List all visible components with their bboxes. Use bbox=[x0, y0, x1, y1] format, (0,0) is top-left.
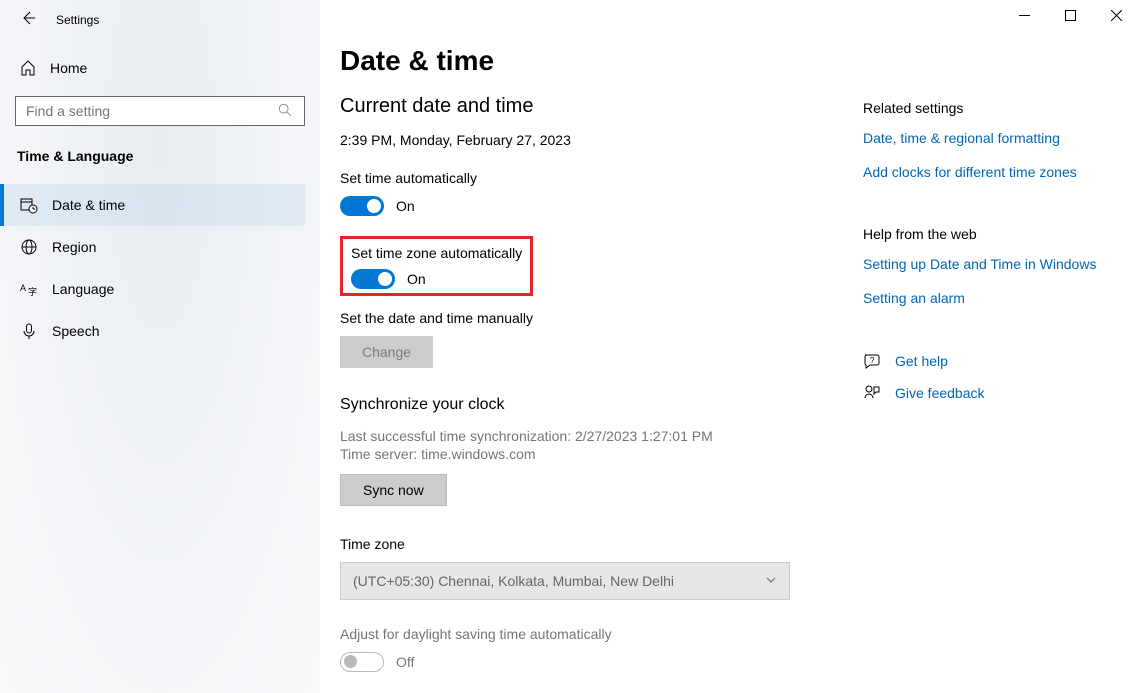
page-title: Date & time bbox=[340, 45, 840, 77]
svg-text:?: ? bbox=[870, 356, 875, 365]
sync-last-info: Last successful time synchronization: 2/… bbox=[340, 428, 840, 444]
sidebar-item-language[interactable]: A字 Language bbox=[0, 268, 305, 310]
set-tz-auto-state: On bbox=[407, 271, 426, 287]
chevron-down-icon bbox=[765, 573, 777, 589]
sidebar-item-label: Language bbox=[52, 281, 114, 297]
sync-now-button[interactable]: Sync now bbox=[340, 474, 447, 506]
dst-label: Adjust for daylight saving time automati… bbox=[340, 626, 840, 642]
search-icon bbox=[278, 103, 294, 119]
maximize-button[interactable] bbox=[1047, 0, 1093, 30]
set-time-auto-state: On bbox=[396, 198, 415, 214]
sync-heading: Synchronize your clock bbox=[340, 396, 840, 414]
sidebar: Home Time & Language Date & time Region … bbox=[0, 50, 320, 352]
calendar-clock-icon bbox=[20, 196, 38, 214]
timezone-label: Time zone bbox=[340, 536, 840, 552]
set-time-auto-toggle[interactable] bbox=[340, 196, 384, 216]
right-column: Related settings Date, time & regional f… bbox=[863, 100, 1113, 416]
globe-icon bbox=[20, 238, 38, 256]
sidebar-item-date-time[interactable]: Date & time bbox=[0, 184, 305, 226]
home-nav[interactable]: Home bbox=[15, 50, 305, 86]
dst-toggle bbox=[340, 652, 384, 672]
feedback-icon bbox=[863, 384, 881, 402]
section-header: Time & Language bbox=[15, 148, 305, 164]
close-button[interactable] bbox=[1093, 0, 1139, 30]
microphone-icon bbox=[20, 322, 38, 340]
help-web-heading: Help from the web bbox=[863, 226, 1113, 242]
search-box[interactable] bbox=[15, 96, 305, 126]
window-title: Settings bbox=[56, 13, 99, 27]
link-regional-formatting[interactable]: Date, time & regional formatting bbox=[863, 130, 1113, 146]
set-time-auto-label: Set time automatically bbox=[340, 170, 840, 186]
home-icon bbox=[20, 60, 36, 76]
highlight-annotation: Set time zone automatically On bbox=[340, 236, 533, 296]
minimize-button[interactable] bbox=[1001, 0, 1047, 30]
manual-set-label: Set the date and time manually bbox=[340, 310, 840, 326]
main-content: Date & time Current date and time 2:39 P… bbox=[340, 45, 840, 692]
related-settings-heading: Related settings bbox=[863, 100, 1113, 116]
sync-server-info: Time server: time.windows.com bbox=[340, 446, 840, 462]
sidebar-item-label: Region bbox=[52, 239, 96, 255]
give-feedback-label: Give feedback bbox=[895, 385, 985, 401]
link-help-date-time[interactable]: Setting up Date and Time in Windows bbox=[863, 256, 1113, 272]
give-feedback-link[interactable]: Give feedback bbox=[863, 384, 1113, 402]
set-tz-auto-label: Set time zone automatically bbox=[351, 245, 522, 261]
sidebar-item-region[interactable]: Region bbox=[0, 226, 305, 268]
svg-text:字: 字 bbox=[28, 286, 37, 297]
change-button: Change bbox=[340, 336, 433, 368]
link-add-clocks[interactable]: Add clocks for different time zones bbox=[863, 164, 1113, 180]
chat-help-icon: ? bbox=[863, 352, 881, 370]
timezone-dropdown: (UTC+05:30) Chennai, Kolkata, Mumbai, Ne… bbox=[340, 562, 790, 600]
set-tz-auto-toggle[interactable] bbox=[351, 269, 395, 289]
language-icon: A字 bbox=[20, 280, 38, 298]
timezone-value: (UTC+05:30) Chennai, Kolkata, Mumbai, Ne… bbox=[353, 573, 674, 589]
get-help-label: Get help bbox=[895, 353, 948, 369]
titlebar: Settings bbox=[0, 0, 1139, 40]
current-datetime-value: 2:39 PM, Monday, February 27, 2023 bbox=[340, 132, 840, 148]
get-help-link[interactable]: ? Get help bbox=[863, 352, 1113, 370]
back-button[interactable] bbox=[20, 10, 36, 31]
dst-state: Off bbox=[396, 654, 414, 670]
search-input[interactable] bbox=[26, 103, 278, 119]
sidebar-item-label: Speech bbox=[52, 323, 99, 339]
sidebar-item-label: Date & time bbox=[52, 197, 125, 213]
current-datetime-heading: Current date and time bbox=[340, 95, 840, 118]
link-help-alarm[interactable]: Setting an alarm bbox=[863, 290, 1113, 306]
home-label: Home bbox=[50, 60, 87, 76]
svg-text:A: A bbox=[20, 283, 26, 293]
sidebar-item-speech[interactable]: Speech bbox=[0, 310, 305, 352]
